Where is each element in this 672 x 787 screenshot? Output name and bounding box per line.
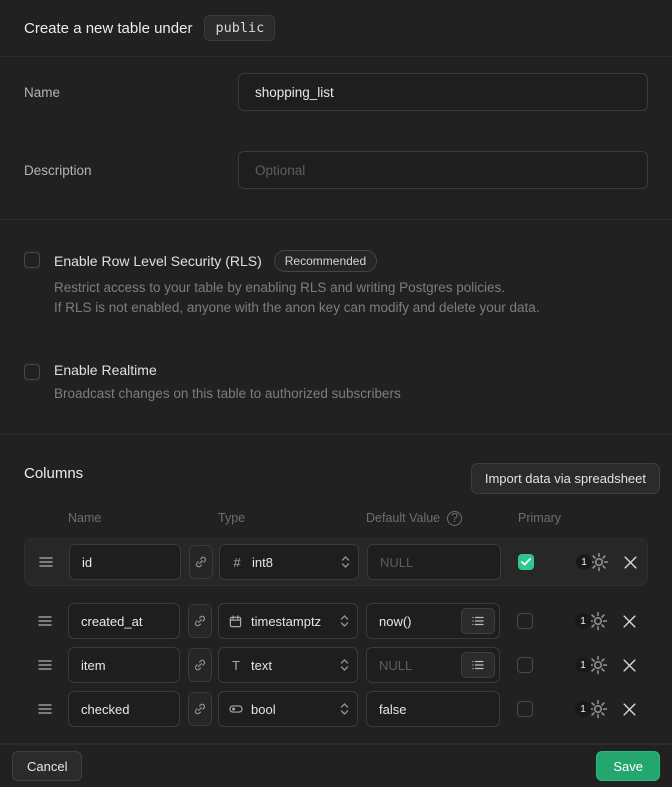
delete-column-icon[interactable] [620,656,639,675]
column-name-input[interactable] [68,603,180,639]
drag-handle-icon[interactable] [38,659,52,671]
fields-section: Name Description [0,57,672,220]
column-name-input[interactable] [68,647,180,683]
chevron-updown-icon [340,702,349,716]
rls-description-line2: If RLS is not enabled, anyone with the a… [54,298,540,318]
table-name-input[interactable] [238,73,648,111]
create-table-dialog: Create a new table under public Name Des… [0,0,672,787]
column-header-name: Name [68,511,218,525]
toggles-section: Enable Row Level Security (RLS) Recommen… [0,220,672,435]
drag-handle-icon[interactable] [39,556,53,568]
schema-badge: public [204,15,275,41]
column-row-id: # int8 1 [24,538,648,586]
primary-checkbox[interactable] [517,701,533,717]
chevron-updown-icon [340,658,349,672]
primary-checkbox[interactable] [517,657,533,673]
column-type-select[interactable]: # int8 [219,544,359,580]
settings-count-badge: 1 [575,701,591,717]
column-name-input[interactable] [69,544,181,580]
column-header-primary: Primary [518,511,561,525]
settings-count-badge: 1 [575,613,591,629]
save-button[interactable]: Save [596,751,660,781]
primary-checkbox[interactable] [518,554,534,570]
column-row-item: T text 1 [24,647,648,683]
chevron-updown-icon [340,614,349,628]
realtime-label: Enable Realtime [54,362,157,378]
column-row-checked: bool 1 [24,691,648,727]
column-settings-button[interactable]: 1 [575,699,608,719]
column-header-type: Type [218,511,366,525]
column-type-select[interactable]: T text [218,647,358,683]
name-field-row: Name [24,73,648,111]
column-type-select[interactable]: timestamptz [218,603,358,639]
columns-header-row: Name Type Default Value ? Primary [24,508,648,528]
calendar-icon [229,615,243,628]
column-settings-button[interactable]: 1 [576,552,609,572]
column-default-input[interactable] [367,544,501,580]
description-label: Description [24,151,238,189]
foreign-key-link-icon[interactable] [188,648,212,682]
description-field-row: Description [24,151,648,189]
text-icon: T [229,658,243,673]
realtime-checkbox[interactable] [24,364,40,380]
drag-handle-icon[interactable] [38,615,52,627]
dialog-header: Create a new table under public [0,0,672,57]
column-default-input[interactable] [366,691,500,727]
toggle-icon [229,702,243,716]
rls-description-line1: Restrict access to your table by enablin… [54,278,540,298]
delete-column-icon[interactable] [620,700,639,719]
gear-icon [588,655,608,675]
realtime-toggle-group: Enable Realtime Broadcast changes on thi… [24,362,648,404]
foreign-key-link-icon[interactable] [189,545,213,579]
column-settings-button[interactable]: 1 [575,655,608,675]
settings-count-badge: 1 [576,554,592,570]
name-label: Name [24,73,238,111]
column-header-default: Default Value [366,511,440,525]
column-name-input[interactable] [68,691,180,727]
delete-column-icon[interactable] [620,612,639,631]
realtime-description: Broadcast changes on this table to autho… [54,384,401,404]
import-spreadsheet-button[interactable]: Import data via spreadsheet [471,463,660,494]
rls-toggle-group: Enable Row Level Security (RLS) Recommen… [24,250,648,318]
hash-icon: # [230,555,244,570]
recommended-badge: Recommended [274,250,377,272]
table-description-input[interactable] [238,151,648,189]
gear-icon [588,699,608,719]
column-row-created-at: timestamptz 1 [24,603,648,639]
primary-checkbox[interactable] [517,613,533,629]
default-value-help-icon[interactable]: ? [447,511,462,526]
gear-icon [589,552,609,572]
column-settings-button[interactable]: 1 [575,611,608,631]
foreign-key-link-icon[interactable] [188,692,212,726]
columns-section: Columns Import data via spreadsheet Name… [0,435,672,744]
column-type-select[interactable]: bool [218,691,358,727]
settings-count-badge: 1 [575,657,591,673]
rls-label: Enable Row Level Security (RLS) [54,253,262,269]
foreign-key-link-icon[interactable] [188,604,212,638]
gear-icon [588,611,608,631]
default-suggestions-icon[interactable] [461,608,495,634]
delete-column-icon[interactable] [621,553,640,572]
drag-handle-icon[interactable] [38,703,52,715]
rls-checkbox[interactable] [24,252,40,268]
cancel-button[interactable]: Cancel [12,751,82,781]
dialog-title: Create a new table under [24,20,192,37]
chevron-updown-icon [341,555,350,569]
default-suggestions-icon[interactable] [461,652,495,678]
dialog-footer: Cancel Save [0,744,672,787]
